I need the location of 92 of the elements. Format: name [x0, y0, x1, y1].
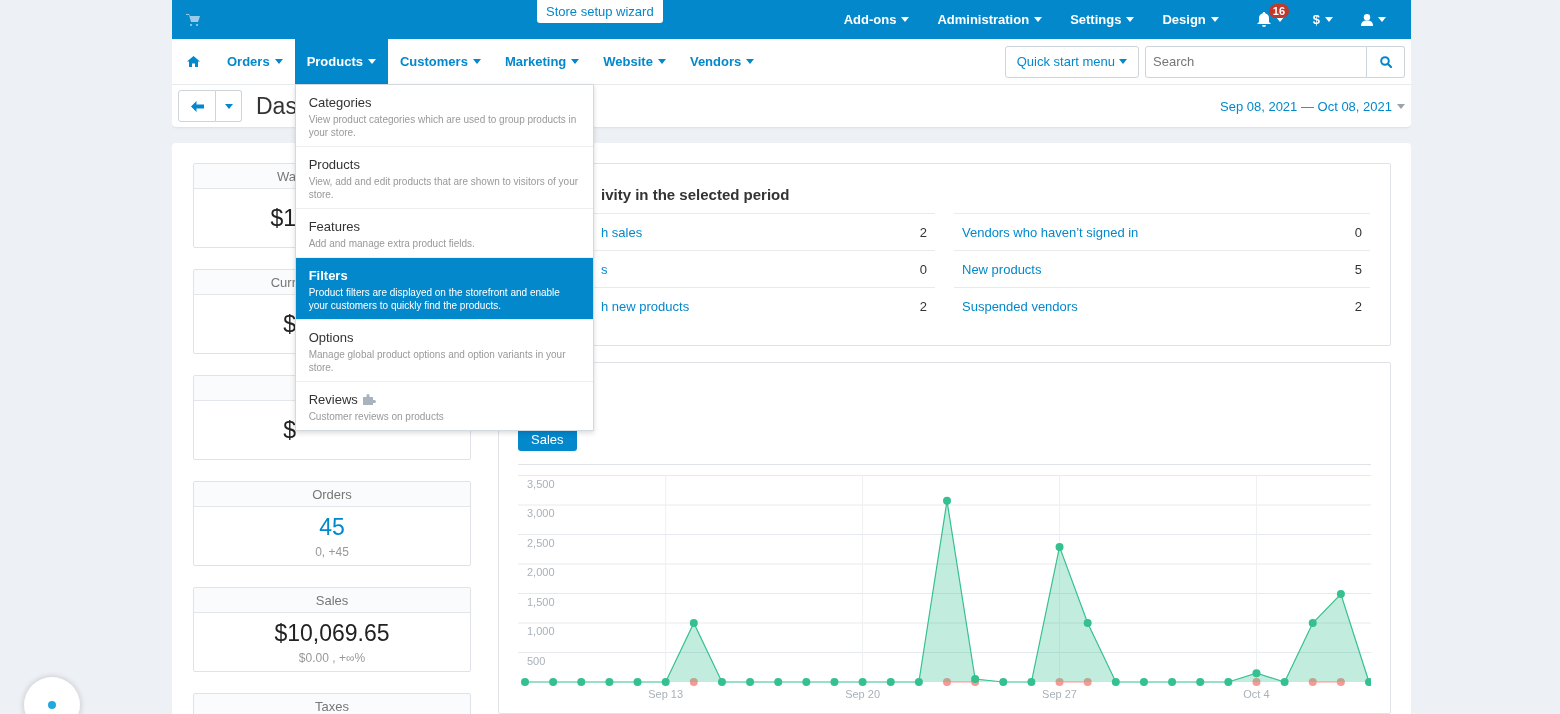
stat-count: 0 [919, 261, 927, 277]
dropdown-item[interactable]: Filters Product filters are displayed on the storefront and enable your customers to quickly find the products. [295, 258, 593, 320]
stat-value: $10,069.65 [274, 619, 390, 647]
y-tick-label: 2,000 [527, 566, 555, 578]
card-title: Orders [312, 487, 352, 502]
caret-icon [274, 59, 283, 64]
stat-link[interactable]: s [601, 261, 608, 277]
stat-link[interactable]: h new products [601, 298, 690, 314]
user-icon [1361, 13, 1373, 26]
cart-icon [186, 13, 200, 26]
search-button[interactable] [1367, 45, 1405, 78]
item-title: Categories [308, 95, 372, 110]
y-tick-label: 500 [527, 654, 546, 667]
y-tick-label: 3,000 [527, 507, 555, 519]
currency-button[interactable]: $ [1295, 0, 1344, 39]
caret-icon [571, 59, 580, 64]
stat-change: 0, +45 [315, 544, 349, 559]
caret-icon [901, 17, 910, 22]
arrow-left-icon [190, 100, 204, 112]
stat-count: 5 [1354, 261, 1362, 277]
caret-icon [657, 59, 666, 64]
item-description: Add and manage extra product fields. [308, 237, 476, 250]
nav-tab[interactable]: Customers [388, 39, 493, 84]
caret-icon [1126, 17, 1135, 22]
y-tick-label: 2,500 [527, 536, 555, 549]
nav-tab[interactable]: Vendors [677, 39, 767, 84]
menu-button[interactable]: Add-ons [826, 0, 921, 39]
caret-icon [746, 59, 755, 64]
history-dropdown-button[interactable] [216, 90, 242, 122]
item-description: View product categories which are used to group products in your store. [308, 113, 578, 139]
stat-link[interactable]: Suspended vendors [962, 298, 1078, 314]
stat-link[interactable]: Vendors who haven’t signed in [962, 224, 1139, 240]
page-title: Das [256, 92, 297, 120]
item-description: Customer reviews on products [308, 410, 445, 423]
nav-tab[interactable]: Website [591, 39, 678, 84]
nav-tab[interactable]: Products [294, 39, 388, 84]
caret-icon [472, 59, 481, 64]
nav-tab[interactable]: Orders [215, 39, 295, 84]
item-description: Product filters are displayed on the storefront and enable your customers to quickly find the products. [308, 286, 561, 312]
item-title: Options [308, 330, 354, 345]
menu-button[interactable]: Administration [920, 0, 1054, 39]
card-title: Sales [315, 593, 349, 608]
caret-icon [1397, 103, 1405, 109]
stat-link[interactable]: 45 [319, 513, 345, 541]
quick-start-menu-button[interactable]: Quick start menu [1004, 45, 1139, 78]
item-title: Features [308, 219, 360, 234]
x-tick-label: Sep 27 [1042, 688, 1077, 700]
notification-count: 16 [1268, 4, 1289, 18]
store-setup-wizard-button[interactable]: Store setup wizard [537, 0, 663, 23]
caret-icon [1119, 59, 1127, 64]
home-icon [187, 56, 200, 67]
notifications-button[interactable]: 16 [1229, 0, 1296, 39]
dropdown-item[interactable]: Reviews Customer reviews on products [295, 382, 593, 430]
stat-count: 0 [1354, 224, 1362, 240]
y-tick-label: 1,500 [527, 595, 555, 608]
item-description: Manage global product options and option variants in your store. [308, 348, 567, 374]
menu-button[interactable]: Settings [1053, 0, 1146, 39]
stat-link[interactable]: New products [962, 261, 1042, 277]
card-title: Taxes [315, 699, 349, 714]
date-range-picker[interactable]: Sep 08, 2021 — Oct 08, 2021 [1220, 98, 1405, 114]
x-tick-label: Oct 4 [1243, 688, 1270, 700]
item-title: Filters [308, 268, 348, 283]
x-tick-label: Sep 20 [845, 688, 881, 700]
stat-count: 2 [919, 298, 927, 314]
caret-icon [1325, 17, 1333, 22]
nav-tab[interactable]: Marketing [492, 39, 592, 84]
item-title: Products [308, 157, 360, 172]
caret-icon [1034, 17, 1043, 22]
stat-count: 2 [919, 224, 927, 240]
caret-icon [1210, 17, 1219, 22]
stat-value: $ [283, 416, 296, 444]
stat-change: $0.00 , +∞% [298, 650, 366, 665]
bell-icon [1256, 12, 1271, 27]
item-description: View, add and edit products that are shown to visitors of your store. [308, 175, 580, 201]
stat-value: $1 [270, 204, 296, 232]
search-field[interactable]: Search [1145, 45, 1367, 78]
menu-button[interactable]: Design [1145, 0, 1230, 39]
y-tick-label: 1,000 [527, 625, 555, 637]
caret-icon [1378, 17, 1386, 22]
caret-icon [368, 59, 376, 64]
card-title: Curr [270, 275, 296, 290]
panel-title: ivity in the selected period [600, 186, 791, 203]
stat-link[interactable]: h sales [601, 224, 643, 240]
stat-count: 2 [1354, 298, 1362, 314]
card-title: Wa [276, 169, 296, 184]
caret-icon [224, 103, 233, 109]
search-icon [1379, 55, 1392, 68]
stat-value: $ [283, 310, 296, 338]
y-tick-label: 3,500 [527, 477, 555, 490]
item-title: Reviews [308, 392, 358, 407]
back-button[interactable] [178, 90, 216, 122]
x-tick-label: Sep 13 [648, 688, 684, 700]
